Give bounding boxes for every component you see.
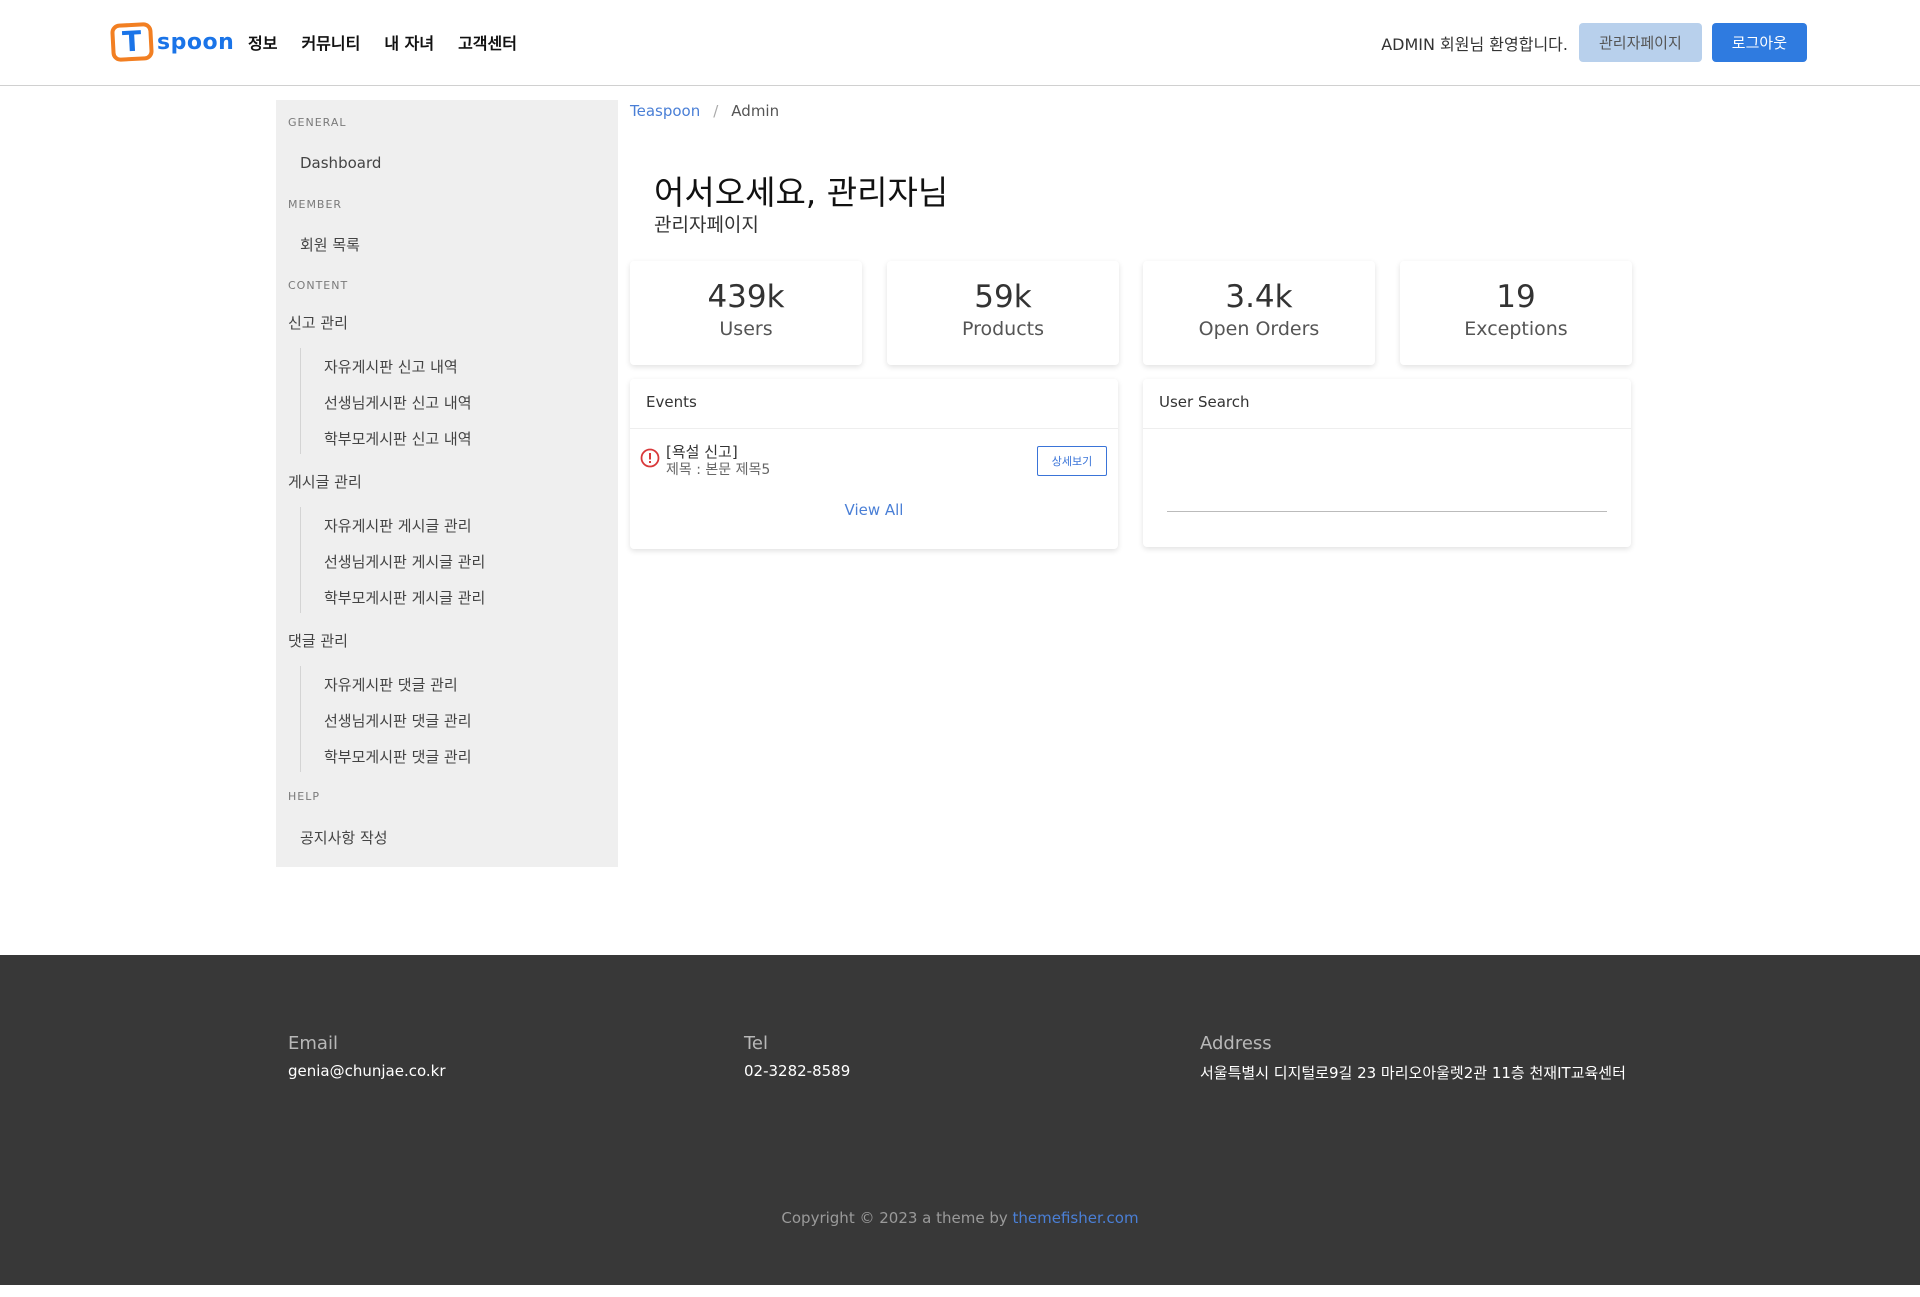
stat-label: Exceptions (1464, 318, 1568, 340)
sidebar-item-member-list[interactable]: 회원 목록 (300, 234, 360, 255)
header-user-area: ADMIN 회원님 환영합니다. 관리자페이지 로그아웃 (1381, 23, 1807, 62)
page-subtitle: 관리자페이지 (654, 214, 759, 236)
breadcrumb-current: Admin (731, 102, 780, 120)
menu-label-help: HELP (288, 790, 320, 803)
comment-group-line (300, 666, 301, 772)
user-search-input[interactable] (1167, 511, 1607, 512)
stat-label: Open Orders (1198, 318, 1320, 340)
sidebar-item-report-teacher[interactable]: 선생님게시판 신고 내역 (324, 392, 472, 413)
user-search-panel: User Search (1143, 379, 1631, 547)
view-all-link[interactable]: View All (630, 491, 1118, 535)
logout-button[interactable]: 로그아웃 (1711, 23, 1807, 62)
breadcrumb-separator: / (713, 102, 719, 120)
post-group-line (300, 507, 301, 613)
sidebar-item-comment-teacher[interactable]: 선생님게시판 댓글 관리 (324, 710, 472, 731)
sidebar-item-post-teacher[interactable]: 선생님게시판 게시글 관리 (324, 551, 485, 572)
event-detail-button[interactable]: 상세보기 (1037, 446, 1107, 476)
footer-address: Address 서울특별시 디지털로9길 23 마리오아울렛2관 11층 천재I… (1200, 1033, 1626, 1083)
sidebar-item-comment-parent[interactable]: 학부모게시판 댓글 관리 (324, 746, 472, 767)
breadcrumb: Teaspoon / Admin (630, 102, 779, 120)
nav-community[interactable]: 커뮤니티 (301, 30, 360, 54)
main-nav: 정보 커뮤니티 내 자녀 고객센터 (248, 30, 517, 54)
menu-label-general: GENERAL (288, 116, 347, 129)
stat-label: Users (719, 318, 773, 340)
nav-my-children[interactable]: 내 자녀 (384, 30, 434, 54)
footer-email-value: genia@chunjae.co.kr (288, 1062, 446, 1080)
footer-email: Email genia@chunjae.co.kr (288, 1033, 446, 1080)
welcome-text: ADMIN 회원님 환영합니다. (1381, 34, 1568, 54)
stat-card-users: 439k Users (630, 261, 862, 365)
admin-sidebar: GENERAL Dashboard MEMBER 회원 목록 CONTENT 신… (276, 100, 618, 867)
page-title: 어서오세요, 관리자님 (654, 173, 949, 212)
events-panel: Events [욕설 신고] 제목 : 본문 제목5 상세보기 View All (630, 379, 1118, 549)
stat-value: 59k (974, 279, 1032, 315)
admin-page-button[interactable]: 관리자페이지 (1578, 23, 1702, 62)
menu-label-member: MEMBER (288, 198, 343, 211)
nav-info[interactable]: 정보 (248, 30, 277, 54)
stat-card-open-orders: 3.4k Open Orders (1143, 261, 1375, 365)
events-panel-title: Events (630, 379, 1118, 429)
footer-tel-label: Tel (744, 1033, 769, 1054)
sidebar-item-notice-write[interactable]: 공지사항 작성 (300, 827, 388, 848)
sidebar-group-comment[interactable]: 댓글 관리 (288, 630, 348, 651)
stat-label: Products (961, 318, 1045, 340)
breadcrumb-home[interactable]: Teaspoon (630, 102, 700, 120)
sidebar-item-report-free[interactable]: 자유게시판 신고 내역 (324, 356, 458, 377)
logo-box: T (110, 21, 154, 63)
footer-address-label: Address (1200, 1033, 1272, 1054)
nav-customer-center[interactable]: 고객센터 (458, 30, 517, 54)
site-header: T spoon 정보 커뮤니티 내 자녀 고객센터 ADMIN 회원님 환영합니… (0, 0, 1920, 86)
report-group-line (300, 348, 301, 454)
sidebar-item-dashboard[interactable]: Dashboard (300, 154, 381, 172)
footer-address-value: 서울특별시 디지털로9길 23 마리오아울렛2관 11층 천재IT교육센터 (1200, 1064, 1626, 1082)
sidebar-item-report-parent[interactable]: 학부모게시판 신고 내역 (324, 428, 472, 449)
footer-email-label: Email (288, 1033, 338, 1054)
sidebar-item-post-parent[interactable]: 학부모게시판 게시글 관리 (324, 587, 485, 608)
copyright-text: Copyright © 2023 a theme by (781, 1209, 1013, 1227)
stat-value: 19 (1496, 279, 1536, 315)
event-subtitle: 제목 : 본문 제목5 (666, 462, 771, 478)
stat-value: 3.4k (1225, 279, 1293, 315)
stat-value: 439k (707, 279, 785, 315)
footer-tel: Tel 02-3282-8589 (744, 1033, 850, 1080)
stat-card-exceptions: 19 Exceptions (1400, 261, 1632, 365)
warning-circle-icon (640, 448, 660, 472)
event-item: [욕설 신고] 제목 : 본문 제목5 상세보기 (630, 429, 1118, 491)
footer-tel-value: 02-3282-8589 (744, 1062, 851, 1080)
sidebar-item-post-free[interactable]: 자유게시판 게시글 관리 (324, 515, 472, 536)
copyright-brand-link[interactable]: themefisher.com (1013, 1209, 1139, 1227)
logo-letter: T (121, 24, 143, 59)
user-search-title: User Search (1143, 379, 1631, 429)
copyright: Copyright © 2023 a theme by themefisher.… (0, 1209, 1920, 1227)
sidebar-item-comment-free[interactable]: 자유게시판 댓글 관리 (324, 674, 458, 695)
site-logo[interactable]: T spoon (110, 21, 235, 63)
site-footer: Email genia@chunjae.co.kr Tel 02-3282-85… (0, 955, 1920, 1285)
sidebar-group-post[interactable]: 게시글 관리 (288, 471, 362, 492)
menu-label-content: CONTENT (288, 279, 349, 292)
logo-text: spoon (157, 29, 235, 55)
sidebar-group-report[interactable]: 신고 관리 (288, 312, 348, 333)
stat-card-products: 59k Products (887, 261, 1119, 365)
